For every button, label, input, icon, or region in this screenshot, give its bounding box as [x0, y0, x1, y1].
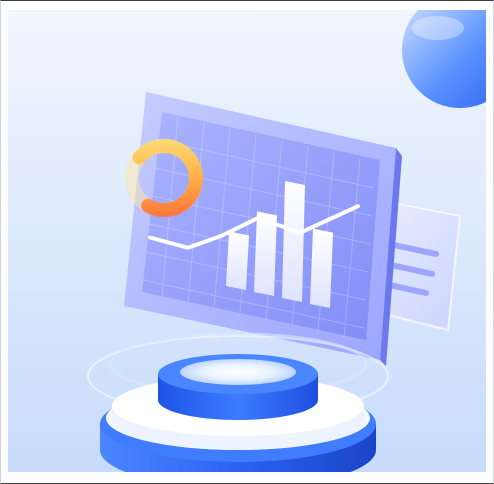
illustration: [8, 10, 486, 472]
podium-top: [158, 354, 318, 420]
podium-light: [180, 359, 296, 385]
sphere-highlight: [412, 16, 464, 40]
bar: [282, 181, 305, 302]
bar: [310, 228, 333, 308]
illustration-svg: [8, 10, 486, 472]
bar: [226, 231, 249, 290]
